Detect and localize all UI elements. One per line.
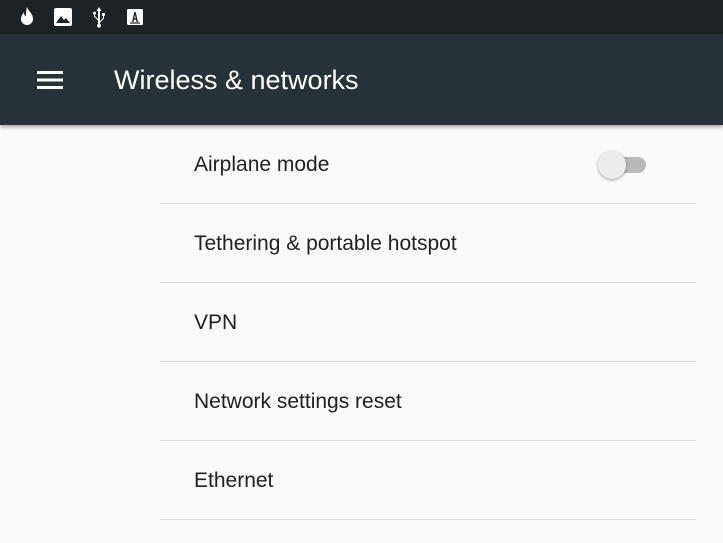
settings-content: Airplane mode Tethering & portable hotsp… (0, 125, 723, 543)
image-icon (52, 6, 74, 28)
settings-item-label: Network settings reset (194, 390, 402, 413)
airplane-mode-toggle[interactable] (598, 151, 650, 179)
fire-icon (16, 6, 38, 28)
page-title: Wireless & networks (114, 65, 359, 95)
settings-item-vpn[interactable]: VPN (160, 283, 696, 362)
settings-item-network-reset[interactable]: Network settings reset (160, 362, 696, 441)
settings-item-label: VPN (194, 311, 238, 334)
settings-item-label: Airplane mode (194, 153, 330, 176)
menu-icon (37, 71, 63, 89)
settings-item-label: Ethernet (194, 469, 274, 492)
usb-icon (88, 6, 110, 28)
settings-item-airplane-mode[interactable]: Airplane mode (160, 125, 696, 204)
settings-item-label: Tethering & portable hotspot (194, 232, 457, 255)
status-bar (0, 0, 723, 34)
font-download-icon (124, 6, 146, 28)
settings-list: Airplane mode Tethering & portable hotsp… (160, 125, 696, 520)
settings-item-tethering[interactable]: Tethering & portable hotspot (160, 204, 696, 283)
toggle-thumb (598, 151, 626, 179)
app-bar: Wireless & networks (0, 34, 723, 125)
navigation-menu-button[interactable] (24, 54, 76, 106)
settings-item-ethernet[interactable]: Ethernet (160, 441, 696, 520)
